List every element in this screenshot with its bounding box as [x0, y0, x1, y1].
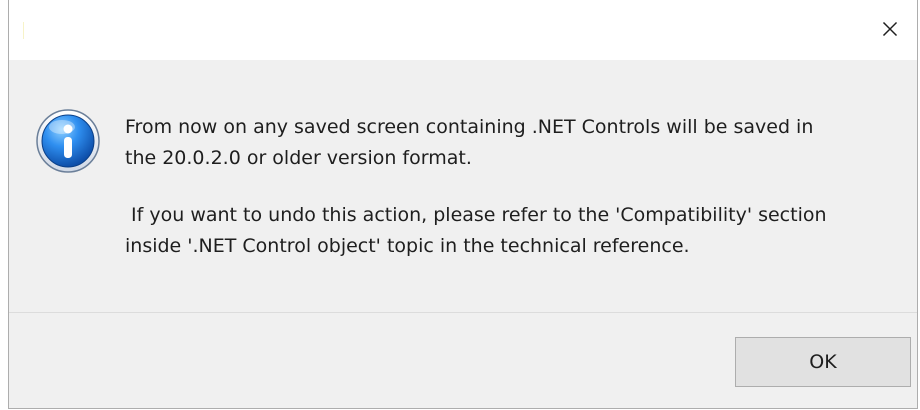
- message-text: From now on any saved screen containing …: [125, 112, 905, 262]
- close-button[interactable]: [871, 10, 909, 48]
- title-caret: [23, 22, 24, 39]
- message-paragraph-1: From now on any saved screen containing …: [125, 116, 814, 169]
- message-area: From now on any saved screen containing …: [9, 60, 917, 312]
- button-bar: OK: [9, 313, 917, 408]
- message-dialog: From now on any saved screen containing …: [8, 0, 918, 409]
- title-bar: [9, 0, 917, 60]
- close-icon: [882, 21, 898, 37]
- message-paragraph-2: If you want to undo this action, please …: [125, 204, 827, 257]
- info-icon: [36, 109, 100, 173]
- ok-button[interactable]: OK: [735, 337, 911, 387]
